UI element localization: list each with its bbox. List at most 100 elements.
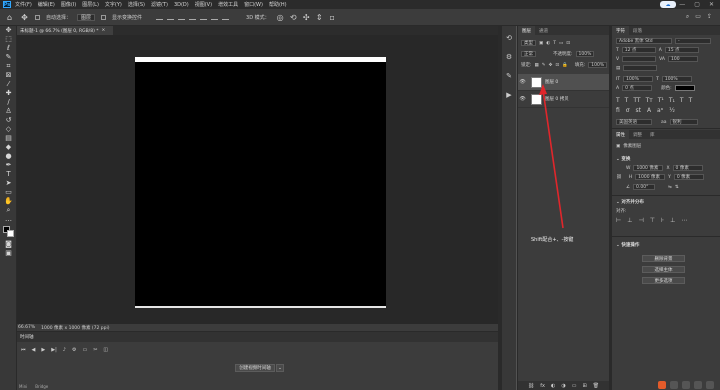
cloud-icon[interactable]: ☁ <box>660 1 676 8</box>
menu-view[interactable]: 视图(V) <box>195 1 212 8</box>
horizontal-scale-input[interactable]: 100% <box>661 76 692 82</box>
menu-file[interactable]: 文件(F) <box>15 1 32 8</box>
minimize-button[interactable]: — <box>679 1 685 8</box>
align-right-icon[interactable] <box>178 14 186 20</box>
font-family-select[interactable]: Adobe 黑体 Std <box>616 38 672 44</box>
tab-properties[interactable]: 属性 <box>612 130 629 139</box>
fraction-icon[interactable]: ½ <box>669 107 675 114</box>
layer-row[interactable]: 👁 图层 0 拷贝 <box>518 91 609 108</box>
workspace-icon[interactable]: ▭ <box>695 13 701 21</box>
menu-select[interactable]: 选择(S) <box>128 1 145 8</box>
more-tools-icon[interactable]: … <box>0 215 17 224</box>
scale-3d-icon[interactable]: ▫ <box>328 13 337 22</box>
leading-input[interactable]: 15 点 <box>664 47 699 53</box>
width-input[interactable]: 1000 像素 <box>633 165 664 171</box>
lock-artboard-icon[interactable]: ⊡ <box>555 63 559 68</box>
audio-icon[interactable]: ♪ <box>63 347 66 353</box>
faux-italic-icon[interactable]: T <box>625 97 629 104</box>
eraser-tool-icon[interactable]: ◇ <box>0 125 17 134</box>
shape-tool-icon[interactable]: ▭ <box>0 188 17 197</box>
brush-panel-icon[interactable]: ✎ <box>502 69 516 83</box>
ligature-icon[interactable]: fi <box>616 107 620 114</box>
lock-position-icon[interactable]: ✥ <box>549 63 553 68</box>
anti-alias-select[interactable]: 锐利 <box>669 119 698 125</box>
hand-tool-icon[interactable]: ✋ <box>0 197 17 206</box>
align-left-icon[interactable]: ⊢ <box>616 217 621 224</box>
share-icon[interactable]: ⇪ <box>707 13 712 21</box>
canvas-area[interactable] <box>17 35 498 324</box>
lasso-tool-icon[interactable]: ℓ <box>0 44 17 53</box>
opacity-input[interactable]: 100% <box>575 51 595 57</box>
bridge-tab[interactable]: Bridge <box>35 384 48 389</box>
add-mask-icon[interactable]: ◐ <box>551 383 555 389</box>
create-video-timeline-button[interactable]: 创建视频时间轴 <box>235 364 275 372</box>
previous-frame-icon[interactable]: ◀ <box>32 347 36 353</box>
actions-panel-icon[interactable]: ▶ <box>502 88 516 102</box>
pen-tool-icon[interactable]: ✒ <box>0 161 17 170</box>
quick-actions-chevron-icon[interactable]: ⌄ <box>616 243 620 248</box>
history-panel-icon[interactable]: ⟲ <box>502 31 516 45</box>
first-frame-icon[interactable]: ⏮ <box>21 347 26 353</box>
align-bottom-icon[interactable]: ⊥ <box>670 217 675 224</box>
underline-icon[interactable]: T <box>680 97 684 104</box>
layer-style-icon[interactable]: fx <box>540 383 545 389</box>
visibility-eye-icon[interactable]: 👁 <box>518 79 527 85</box>
align-middle-icon[interactable] <box>200 14 208 20</box>
document-canvas[interactable] <box>135 57 386 308</box>
link-layers-icon[interactable]: ⛓ <box>528 383 534 389</box>
lock-all-icon[interactable]: 🔒 <box>562 63 568 68</box>
timeline-dropdown-button[interactable]: ⌄ <box>276 364 284 372</box>
more-options-button[interactable]: 更多选项 <box>642 277 685 284</box>
align-top-icon[interactable] <box>189 14 197 20</box>
render-icon[interactable]: ▭ <box>82 347 87 353</box>
kerning-input[interactable] <box>622 56 657 62</box>
frame-tool-icon[interactable]: ⊠ <box>0 71 17 80</box>
y-input[interactable]: 0 像素 <box>673 174 704 180</box>
filter-pixel-icon[interactable]: ▣ <box>539 41 543 46</box>
history-brush-icon[interactable]: ↺ <box>0 116 17 125</box>
auto-select-checkbox[interactable] <box>35 14 40 20</box>
angle-input[interactable]: 0.00° <box>633 184 656 190</box>
tab-layers[interactable]: 图层 <box>518 26 535 35</box>
tab-character[interactable]: 字符 <box>612 26 629 35</box>
tracking-input[interactable]: 100 <box>667 56 698 62</box>
flip-vertical-icon[interactable]: ⇅ <box>675 185 679 190</box>
keyboard-tray-icon[interactable] <box>670 381 678 389</box>
blend-mode-select[interactable]: 正常 <box>521 51 536 57</box>
roll-3d-icon[interactable]: ⟲ <box>289 13 298 22</box>
slide-3d-icon[interactable]: ⇕ <box>315 13 324 22</box>
settings-icon[interactable]: ⚙ <box>72 347 76 353</box>
select-subject-button[interactable]: 选择主体 <box>642 266 685 273</box>
link-dimensions-icon[interactable]: ⛓ <box>616 175 622 180</box>
transform-chevron-icon[interactable]: ⌄ <box>616 157 620 162</box>
align-center-icon[interactable] <box>167 14 175 20</box>
blur-tool-icon[interactable]: ◆ <box>0 143 17 152</box>
type-tool-icon[interactable]: T <box>0 170 17 179</box>
baseline-input[interactable]: 0 点 <box>622 85 653 91</box>
app-tray-icon[interactable] <box>658 381 666 389</box>
user-tray-icon[interactable] <box>694 381 702 389</box>
text-color-swatch[interactable] <box>674 85 695 91</box>
menu-window[interactable]: 窗口(W) <box>244 1 263 8</box>
menu-tray-icon[interactable] <box>706 381 714 389</box>
all-caps-icon[interactable]: TT <box>633 97 640 104</box>
orbit-3d-icon[interactable]: ◎ <box>276 13 285 22</box>
path-select-tool-icon[interactable]: ➤ <box>0 179 17 188</box>
x-input[interactable]: 0 像素 <box>672 165 703 171</box>
tab-paragraph[interactable]: 段落 <box>629 26 646 35</box>
color-swatches-icon[interactable] <box>0 224 17 240</box>
drag-3d-icon[interactable]: ✣ <box>302 13 311 22</box>
align-left-icon[interactable] <box>156 14 164 20</box>
tab-channels[interactable]: 通道 <box>535 26 552 35</box>
subscript-icon[interactable]: T₁ <box>669 97 675 104</box>
tab-libraries[interactable]: 库 <box>646 130 659 139</box>
remove-background-button[interactable]: 删除背景 <box>642 255 685 262</box>
close-tab-icon[interactable]: × <box>102 28 106 33</box>
align-right-icon[interactable]: ⊣ <box>638 217 643 224</box>
dodge-tool-icon[interactable]: ● <box>0 152 17 161</box>
swash-icon[interactable]: ơ <box>626 107 630 114</box>
more-align-icon[interactable]: ⋯ <box>681 217 687 224</box>
eyedropper-tool-icon[interactable]: ⁄ <box>0 80 17 89</box>
mini-bridge-tab[interactable]: Mini <box>19 384 27 389</box>
play-icon[interactable]: ▶ <box>41 347 45 353</box>
